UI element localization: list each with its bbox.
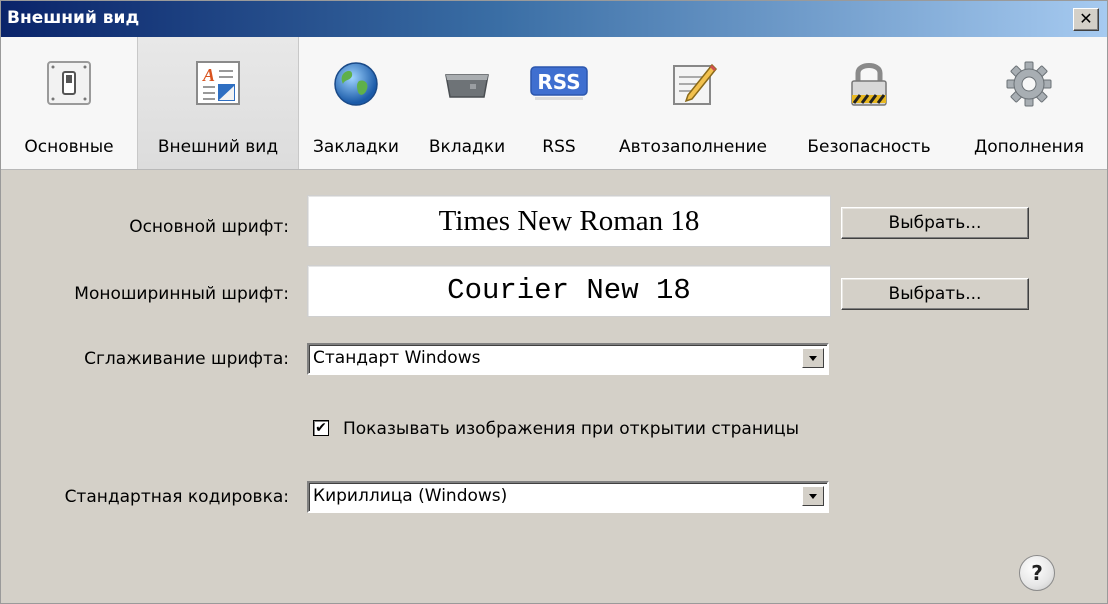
preferences-window: Внешний вид ✕ Основные A Внешний вид Зак… <box>0 0 1108 604</box>
dropdown-arrow-icon[interactable] <box>802 486 824 506</box>
tab-appearance-label: Внешний вид <box>157 137 279 157</box>
preferences-toolbar: Основные A Внешний вид Закладки Вкладки … <box>1 37 1107 170</box>
fixed-font-label: Моноширинный шрифт: <box>74 284 289 304</box>
globe-icon <box>334 62 378 106</box>
autofill-pencil-icon <box>673 63 718 105</box>
tab-general[interactable]: Основные <box>1 37 137 169</box>
tab-autofill-label: Автозаполнение <box>619 137 767 157</box>
tab-tabs-label: Вкладки <box>428 137 506 157</box>
font-smoothing-label: Сглаживание шрифта: <box>84 349 289 369</box>
default-encoding-value: Кириллица (Windows) <box>313 486 508 506</box>
appearance-icon: A <box>196 61 240 105</box>
show-images-label[interactable]: Показывать изображения при открытии стра… <box>343 419 799 439</box>
close-button[interactable]: ✕ <box>1073 8 1099 31</box>
standard-font-preview: Times New Roman 18 <box>307 195 831 247</box>
title-bar[interactable]: Внешний вид ✕ <box>1 1 1107 37</box>
tab-bookmarks[interactable]: Закладки <box>297 37 415 169</box>
help-button[interactable]: ? <box>1019 555 1055 591</box>
fixed-font-preview: Courier New 18 <box>307 265 831 317</box>
tab-appearance[interactable]: A Внешний вид <box>137 37 299 169</box>
standard-font-label: Основной шрифт: <box>129 217 289 237</box>
choose-standard-font-button[interactable]: Выбрать... <box>841 207 1029 239</box>
window-title: Внешний вид <box>7 8 140 28</box>
tab-autofill[interactable]: Автозаполнение <box>599 37 787 169</box>
dropdown-arrow-icon[interactable] <box>802 348 824 368</box>
tab-extensions[interactable]: Дополнения <box>951 37 1107 169</box>
tab-bookmarks-label: Закладки <box>313 137 399 157</box>
default-encoding-select[interactable]: Кириллица (Windows) <box>307 481 829 513</box>
svg-text:A: A <box>202 65 215 85</box>
rss-badge-text: RSS <box>537 70 580 94</box>
appearance-panel: Основной шрифт: Times New Roman 18 Выбра… <box>1 169 1107 603</box>
tab-icon <box>445 74 489 98</box>
tab-rss-label: RSS <box>542 137 576 157</box>
tab-general-label: Основные <box>24 137 114 157</box>
tab-security[interactable]: Безопасность <box>787 37 951 169</box>
font-smoothing-select[interactable]: Стандарт Windows <box>307 343 829 375</box>
tab-security-label: Безопасность <box>807 137 931 157</box>
font-smoothing-value: Стандарт Windows <box>313 348 481 368</box>
default-encoding-label: Стандартная кодировка: <box>64 487 289 507</box>
tab-rss[interactable]: RSS RSS <box>519 37 599 169</box>
rss-icon: RSS <box>530 66 588 100</box>
show-images-checkbox[interactable]: ✔ <box>313 420 329 436</box>
general-switch-icon <box>47 61 91 105</box>
choose-fixed-font-button[interactable]: Выбрать... <box>841 278 1029 310</box>
tab-extensions-label: Дополнения <box>973 137 1085 157</box>
gear-icon <box>1006 61 1052 107</box>
tab-tabs[interactable]: Вкладки <box>415 37 519 169</box>
padlock-icon <box>851 63 887 106</box>
